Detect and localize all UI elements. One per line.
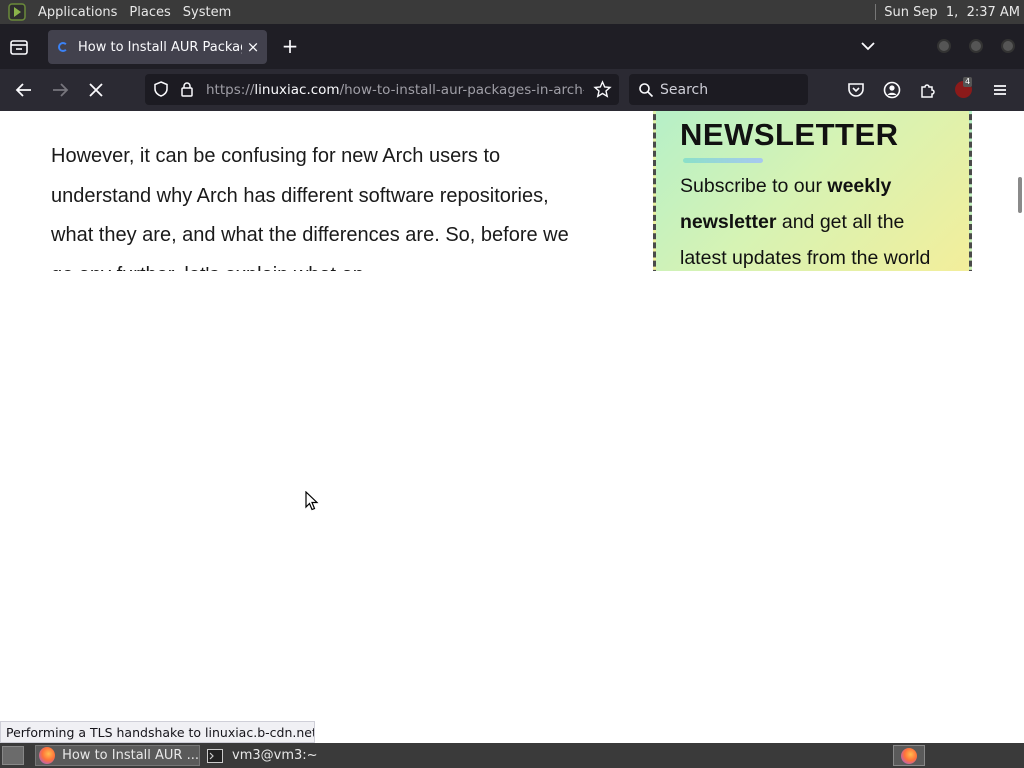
extension-badge: 4 — [963, 77, 973, 87]
hamburger-menu-icon[interactable] — [989, 79, 1011, 101]
stop-loading-icon[interactable] — [85, 79, 107, 101]
panel-separator — [875, 4, 877, 20]
search-placeholder: Search — [660, 81, 709, 98]
account-icon[interactable] — [881, 79, 903, 101]
clock-text: Sun Sep 1, 2:37 AM — [884, 4, 1020, 20]
bookmark-star-icon[interactable] — [593, 80, 612, 99]
firefox-view-icon[interactable] — [8, 36, 30, 58]
lock-icon[interactable] — [178, 80, 196, 98]
list-all-tabs-chevron-icon[interactable] — [858, 38, 878, 54]
taskbar-item-label: vm3@vm3:~ — [232, 748, 318, 763]
page-content: However, it can be confusing for new Arc… — [0, 111, 1024, 271]
nav-bar: https://linuxiac.com/how-to-install-aur-… — [0, 69, 1024, 111]
page-scrollbar[interactable] — [1018, 177, 1022, 213]
newsletter-box: NEWSLETTER Subscribe to our weekly newsl… — [653, 111, 972, 271]
back-arrow-icon[interactable] — [13, 79, 35, 101]
heading-underline — [683, 158, 763, 163]
newsletter-heading: NEWSLETTER — [680, 117, 899, 152]
article-paragraph: However, it can be confusing for new Arc… — [51, 145, 569, 271]
taskbar-item-firefox[interactable]: How to Install AUR ... — [35, 745, 200, 766]
firefox-tray-icon — [901, 747, 917, 764]
search-icon — [639, 82, 654, 97]
tab-bar: How to Install AUR Package × + — [0, 24, 1024, 69]
top-panel: Applications Places System Sun Sep 1, 2:… — [0, 0, 1024, 24]
places-menu[interactable]: Places — [123, 5, 176, 20]
newsletter-text: Subscribe to our weekly newsletter and g… — [680, 168, 950, 271]
search-bar[interactable]: Search — [629, 74, 808, 105]
bottom-taskbar: How to Install AUR ... vm3@vm3:~ — [0, 743, 1024, 768]
tab-close-icon[interactable]: × — [242, 38, 264, 56]
pocket-icon[interactable] — [845, 79, 867, 101]
tab-title: How to Install AUR Package — [78, 39, 242, 55]
url-bar[interactable]: https://linuxiac.com/how-to-install-aur-… — [145, 74, 619, 105]
forward-arrow-icon[interactable] — [49, 79, 71, 101]
mouse-cursor-icon — [305, 491, 319, 511]
clock[interactable]: Sun Sep 1, 2:37 AM — [875, 0, 1024, 24]
maximize-button[interactable] — [969, 39, 983, 53]
tab-active[interactable]: How to Install AUR Package × — [48, 30, 267, 64]
close-window-button[interactable] — [1001, 39, 1015, 53]
terminal-icon — [207, 748, 223, 763]
newsletter-text-start: Subscribe to our — [680, 175, 828, 197]
workspace-switcher[interactable] — [893, 745, 925, 766]
url-path: /how-to-install-aur-packages-in-arch-lin… — [339, 81, 584, 98]
url-host: linuxiac.com — [254, 81, 340, 98]
show-desktop-button[interactable] — [2, 746, 24, 765]
loading-spinner-icon — [58, 42, 68, 52]
distro-logo-icon[interactable] — [8, 3, 26, 21]
taskbar-item-terminal[interactable]: vm3@vm3:~ — [204, 745, 369, 766]
url-text[interactable]: https://linuxiac.com/how-to-install-aur-… — [206, 82, 584, 98]
status-panel: Performing a TLS handshake to linuxiac.b… — [0, 721, 315, 743]
minimize-button[interactable] — [937, 39, 951, 53]
new-tab-button[interactable]: + — [280, 36, 300, 56]
firefox-icon — [39, 747, 56, 764]
taskbar-item-label: How to Install AUR ... — [62, 748, 199, 763]
url-scheme: https:// — [206, 81, 255, 98]
loading-blank-area — [0, 271, 1024, 743]
applications-menu[interactable]: Applications — [32, 5, 123, 20]
tracking-protection-shield-icon[interactable] — [152, 80, 170, 98]
system-menu[interactable]: System — [177, 5, 237, 20]
extensions-puzzle-icon[interactable] — [917, 79, 939, 101]
